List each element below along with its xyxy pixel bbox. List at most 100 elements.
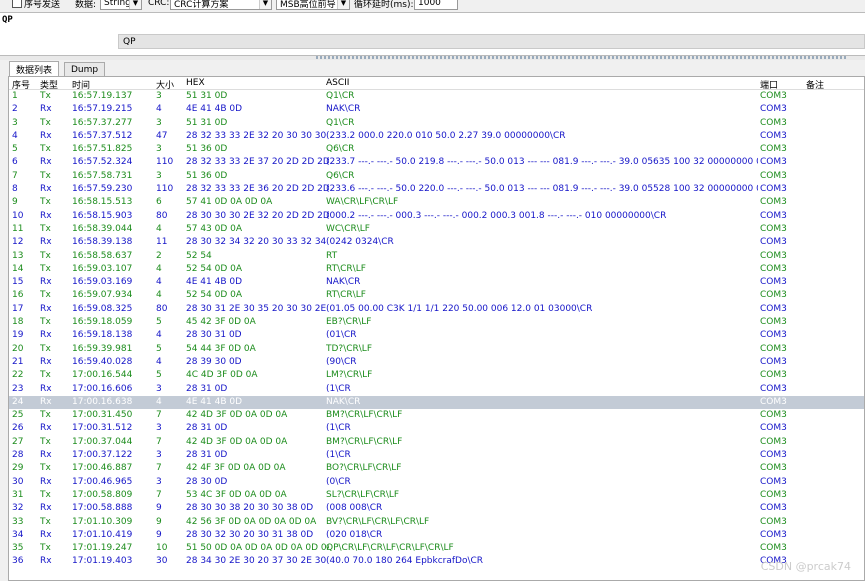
cell-port: COM3: [760, 450, 787, 461]
table-row[interactable]: 1 Tx 16:57.19.137 3 51 31 0D Q1\CR COM3: [9, 90, 864, 103]
table-row[interactable]: 28 Rx 17:00.37.122 3 28 31 0D (1\CR COM3: [9, 449, 864, 462]
cell-time: 16:59.40.028: [72, 356, 133, 367]
send-text-value[interactable]: QP: [2, 15, 13, 25]
cell-no: 35: [12, 543, 24, 554]
cell-time: 16:59.03.169: [72, 277, 133, 288]
cell-port: COM3: [760, 516, 787, 527]
table-row[interactable]: 22 Tx 17:00.16.544 5 4C 4D 3F 0D 0A LM?\CR\LF…: [9, 369, 864, 382]
cell-ascii: (233.6 ---.- ---.- 50.0 220.0 ---.- ---.…: [326, 184, 758, 195]
table-row[interactable]: 10 Rx 16:58.15.903 80 28 30 30 30 2E 32 20 2…: [9, 210, 864, 223]
cell-port: COM3: [760, 489, 787, 500]
table-row[interactable]: 23 Rx 17:00.16.606 3 28 31 0D (1\CR COM3: [9, 383, 864, 396]
cell-size: 80: [156, 210, 168, 221]
cell-port: COM3: [760, 436, 787, 447]
table-row[interactable]: 30 Rx 17:00.46.965 3 28 30 0D (0\CR COM3: [9, 476, 864, 489]
table-row[interactable]: 19 Rx 16:59.18.138 4 28 30 31 0D (01\CR COM3: [9, 329, 864, 342]
table-row[interactable]: 18 Tx 16:59.18.059 5 45 42 3F 0D 0A EB?\CR\LF…: [9, 316, 864, 329]
table-row[interactable]: 5 Tx 16:57.51.825 3 51 36 0D Q6\CR COM3: [9, 143, 864, 156]
table-row[interactable]: 11 Tx 16:58.39.044 4 57 43 0D 0A WC\CR\LF COM3: [9, 223, 864, 236]
tab-dump[interactable]: Dump: [64, 62, 106, 76]
cell-size: 9: [156, 529, 162, 540]
cell-size: 4: [156, 330, 162, 341]
table-row[interactable]: 6 Rx 16:57.52.324 110 28 32 33 33 2E 37 20 2…: [9, 156, 864, 169]
cell-port: COM3: [760, 503, 787, 514]
seq-send-option[interactable]: 序号发送: [12, 0, 60, 10]
table-row[interactable]: 3 Tx 16:57.37.277 3 51 31 0D Q1\CR COM3: [9, 117, 864, 130]
cell-type: Tx: [40, 170, 51, 181]
tab-data-list[interactable]: 数据列表: [9, 61, 60, 76]
cell-hex: 28 30 32 30 20 30 31 38 0D: [186, 529, 314, 540]
col-ascii-header[interactable]: ASCII: [326, 78, 758, 88]
cell-ascii: BM?\CR\LF\CR\LF: [326, 436, 403, 447]
cell-time: 16:57.19.215: [72, 104, 133, 115]
table-row[interactable]: 35 Tx 17:01.19.247 10 51 50 0D 0A 0D 0A 0D 0…: [9, 542, 864, 555]
cell-hex: 42 4D 3F 0D 0A 0D 0A: [186, 436, 288, 447]
cell-size: 3: [156, 117, 162, 128]
table-row[interactable]: 36 Rx 17:01.19.403 30 28 34 30 2E 30 20 37 3…: [9, 555, 864, 568]
cell-ascii: TD?\CR\LF: [326, 343, 372, 354]
table-row[interactable]: 24 Rx 17:00.16.638 4 4E 41 4B 0D NAK\CR COM3: [9, 395, 864, 410]
cell-port: COM3: [760, 117, 787, 128]
cell-size: 3: [156, 170, 162, 181]
cell-time: 17:00.16.544: [72, 370, 133, 381]
seq-send-checkbox[interactable]: [12, 0, 22, 8]
table-row[interactable]: 26 Rx 17:00.31.512 3 28 31 0D (1\CR COM3: [9, 422, 864, 435]
table-row[interactable]: 21 Rx 16:59.40.028 4 28 39 30 0D (90\CR COM3: [9, 356, 864, 369]
data-type-select[interactable]: String ▼: [100, 0, 142, 10]
cell-time: 17:00.58.888: [72, 503, 133, 514]
cell-type: Rx: [40, 383, 52, 394]
cell-size: 3: [156, 383, 162, 394]
cell-ascii: (90\CR: [326, 356, 357, 367]
cell-ascii: (1\CR: [326, 450, 351, 461]
table-row[interactable]: 2 Rx 16:57.19.215 4 4E 41 4B 0D NAK\CR COM3: [9, 103, 864, 116]
cell-ascii: NAK\CR: [326, 396, 361, 407]
table-row[interactable]: 32 Rx 17:00.58.888 9 28 30 30 38 20 30 30 38…: [9, 502, 864, 515]
cell-no: 31: [12, 489, 24, 500]
table-row[interactable]: 9 Tx 16:58.15.513 6 57 41 0D 0A 0D 0A WA\CR\L…: [9, 196, 864, 209]
table-row[interactable]: 31 Tx 17:00.58.809 7 53 4C 3F 0D 0A 0D 0A SL?…: [9, 489, 864, 502]
cell-port: COM3: [760, 277, 787, 288]
cell-time: 16:59.18.138: [72, 330, 133, 341]
data-list-table[interactable]: 序号 类型 时间 大小 HEX ASCII 端口 备注 1 Tx 16:57.19.…: [8, 76, 865, 581]
table-row[interactable]: 20 Tx 16:59.39.981 5 54 44 3F 0D 0A TD?\CR\LF…: [9, 343, 864, 356]
cell-port: COM3: [760, 197, 787, 208]
table-row[interactable]: 13 Tx 16:58.58.637 2 52 54 RT COM3: [9, 250, 864, 263]
table-row[interactable]: 14 Tx 16:59.03.107 4 52 54 0D 0A RT\CR\LF COM3: [9, 263, 864, 276]
byte-order-select[interactable]: MSB高位前导 ▼: [276, 0, 350, 10]
table-row[interactable]: 4 Rx 16:57.37.512 47 28 32 33 33 2E 32 20 30…: [9, 130, 864, 143]
data-type-value: String: [104, 0, 131, 8]
loop-delay-input[interactable]: 1000: [414, 0, 458, 10]
cell-hex: 28 39 30 0D: [186, 356, 242, 367]
cell-ascii: RT\CR\LF: [326, 263, 366, 274]
chevron-down-icon[interactable]: ▼: [129, 0, 141, 9]
cell-type: Tx: [40, 91, 51, 101]
splitter-grip[interactable]: [316, 56, 848, 59]
table-row[interactable]: 17 Rx 16:59.08.325 80 28 30 31 2E 30 35 20 3…: [9, 303, 864, 316]
cell-type: Tx: [40, 117, 51, 128]
table-row[interactable]: 7 Tx 16:57.58.731 3 51 36 0D Q6\CR COM3: [9, 170, 864, 183]
send-toolbar: 序号发送 数据: String ▼ CRC: CRC计算方案 ▼ MSB高位前导…: [0, 0, 865, 12]
table-row[interactable]: 16 Tx 16:59.07.934 4 52 54 0D 0A RT\CR\LF COM3: [9, 289, 864, 302]
cell-type: Rx: [40, 303, 52, 314]
cell-port: COM3: [760, 317, 787, 328]
cell-ascii: (008 008\CR: [326, 503, 383, 514]
cell-hex: 51 31 0D: [186, 117, 228, 128]
cell-type: Tx: [40, 436, 51, 447]
table-row[interactable]: 12 Rx 16:58.39.138 11 28 30 32 34 32 20 30 3…: [9, 236, 864, 249]
table-row[interactable]: 34 Rx 17:01.10.419 9 28 30 32 30 20 30 31 38…: [9, 529, 864, 542]
col-hex-header[interactable]: HEX: [186, 78, 329, 88]
table-row[interactable]: 29 Tx 17:00.46.887 7 42 4F 3F 0D 0A 0D 0A BO?…: [9, 462, 864, 475]
table-row[interactable]: 8 Rx 16:57.59.230 110 28 32 33 33 2E 36 20 2…: [9, 183, 864, 196]
table-row[interactable]: 15 Rx 16:59.03.169 4 4E 41 4B 0D NAK\CR COM3: [9, 276, 864, 289]
cell-size: 3: [156, 423, 162, 434]
crc-scheme-select[interactable]: CRC计算方案 ▼: [170, 0, 272, 10]
table-row[interactable]: 25 Tx 17:00.31.450 7 42 4D 3F 0D 0A 0D 0A BM?…: [9, 409, 864, 422]
cell-size: 4: [156, 223, 162, 234]
table-body: 1 Tx 16:57.19.137 3 51 31 0D Q1\CR COM3 2 Rx 16:5…: [9, 90, 864, 569]
cell-size: 10: [156, 543, 168, 554]
chevron-down-icon[interactable]: ▼: [259, 0, 271, 9]
table-row[interactable]: 33 Tx 17:01.10.309 9 42 56 3F 0D 0A 0D 0A 0D…: [9, 516, 864, 529]
table-row[interactable]: 27 Tx 17:00.37.044 7 42 4D 3F 0D 0A 0D 0A BM?…: [9, 436, 864, 449]
chevron-down-icon[interactable]: ▼: [337, 0, 349, 9]
cell-hex: 42 4F 3F 0D 0A 0D 0A: [186, 463, 286, 474]
